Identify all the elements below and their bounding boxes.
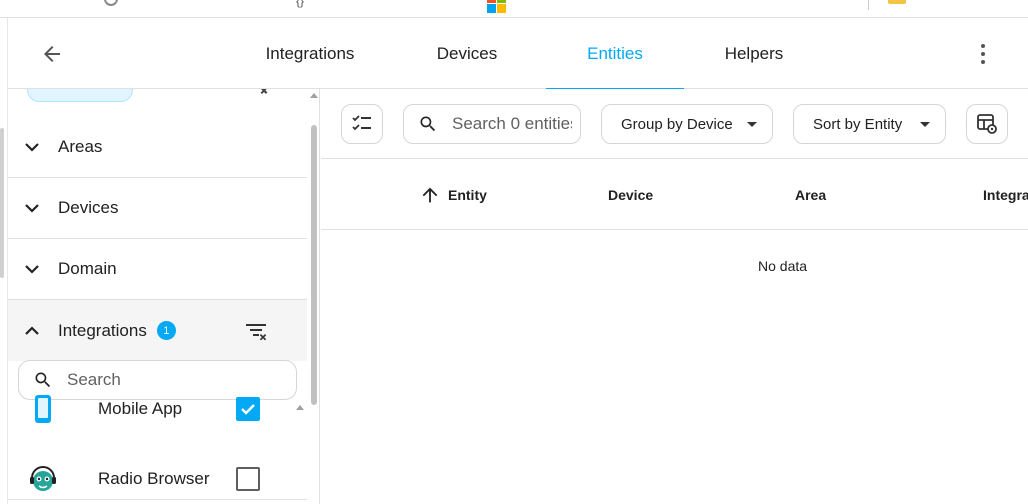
data-table-toolbar: Group by Device Sort by Entity <box>321 89 1028 159</box>
entity-search-input[interactable] <box>452 114 572 134</box>
windows-logo-icon <box>487 0 507 13</box>
arrow-left-icon <box>44 46 60 62</box>
mobile-phone-icon <box>28 394 58 424</box>
divider <box>868 0 869 10</box>
app-header: Integrations Devices Entities Helpers <box>8 18 1028 90</box>
filter-count-badge: 1 <box>156 321 176 340</box>
clear-filter-button[interactable] <box>244 318 270 344</box>
browser-strip: {} <box>0 0 1028 18</box>
column-header-entity[interactable]: Entity <box>419 159 487 229</box>
column-label: Area <box>795 186 827 203</box>
filter-section-integrations[interactable]: Integrations 1 <box>8 300 307 361</box>
scroll-up-arrow[interactable] <box>310 93 318 98</box>
selection-mode-button[interactable] <box>341 104 383 144</box>
integration-name: Radio Browser <box>98 469 210 488</box>
back-button[interactable] <box>36 38 68 70</box>
integration-item-radio-browser[interactable]: Radio Browser <box>8 444 298 504</box>
tab-bar: Integrations Devices Entities Helpers <box>232 18 824 90</box>
integration-name: Mobile App <box>98 399 183 418</box>
group-by-label: Group by Device <box>621 115 733 133</box>
caret-down-icon <box>920 122 930 127</box>
column-header-area[interactable]: Area <box>795 159 827 229</box>
chevron-down-icon <box>22 198 42 218</box>
column-label: Integration <box>983 186 1028 203</box>
chevron-down-icon <box>22 259 42 279</box>
sort-by-dropdown[interactable]: Sort by Entity <box>793 104 946 144</box>
format-list-checks-icon <box>352 115 371 131</box>
tab-entities[interactable]: Entities <box>546 18 684 90</box>
filter-panel: Areas Devices Domain Integrations 1 Mobi… <box>8 89 320 504</box>
radio-browser-logo-icon <box>28 464 58 494</box>
filter-chip[interactable] <box>27 89 133 102</box>
reload-icon[interactable] <box>104 0 118 6</box>
integration-item-mobile-app[interactable]: Mobile App <box>8 374 298 444</box>
caret-down-icon <box>747 122 757 127</box>
scrollbar-thumb[interactable] <box>0 128 4 278</box>
filter-clear-icon[interactable] <box>248 89 272 97</box>
chevron-down-icon <box>22 137 42 157</box>
filter-section-label: Domain <box>58 259 117 278</box>
list-scroll-up-arrow[interactable] <box>296 405 304 410</box>
search-icon <box>420 116 436 132</box>
extension-icon[interactable]: {} <box>296 0 304 8</box>
tab-integrations[interactable]: Integrations <box>232 18 388 89</box>
folder-icon[interactable] <box>888 0 906 4</box>
arrow-up-icon <box>422 187 438 202</box>
filter-section-label: Integrations <box>58 320 147 340</box>
dot <box>981 44 985 48</box>
filter-section-devices[interactable]: Devices <box>8 178 307 239</box>
divider <box>8 499 307 500</box>
empty-state-text: No data <box>758 258 808 274</box>
column-label: Device <box>608 186 654 203</box>
table-cog-icon <box>977 114 997 134</box>
filter-section-label: Areas <box>58 137 103 156</box>
column-header-device[interactable]: Device <box>608 159 654 229</box>
dot <box>981 60 985 64</box>
dot <box>981 52 985 56</box>
table-settings-button[interactable] <box>966 104 1008 144</box>
column-header-integration[interactable]: Integration <box>983 159 1028 229</box>
filter-section-areas[interactable]: Areas <box>8 117 307 178</box>
filter-section-label: Devices <box>58 198 119 217</box>
group-by-dropdown[interactable]: Group by Device <box>601 104 773 144</box>
scrollbar-thumb[interactable] <box>311 125 317 405</box>
tab-helpers[interactable]: Helpers <box>684 18 824 89</box>
filter-section-domain[interactable]: Domain <box>8 239 307 300</box>
column-label: Entity <box>448 186 487 203</box>
entity-search-field <box>403 104 581 144</box>
table-header-row: Entity Device Area Integration <box>321 159 1028 230</box>
integration-checkbox[interactable] <box>236 397 260 421</box>
overflow-menu-button[interactable] <box>968 38 998 70</box>
filter-panel-scrollbar[interactable] <box>308 89 319 504</box>
tab-devices[interactable]: Devices <box>388 18 546 89</box>
sort-by-label: Sort by Entity <box>813 115 903 133</box>
integration-checkbox[interactable] <box>236 467 260 491</box>
left-gutter <box>0 18 8 504</box>
filter-remove-icon <box>246 324 267 341</box>
chevron-up-icon <box>22 321 42 341</box>
